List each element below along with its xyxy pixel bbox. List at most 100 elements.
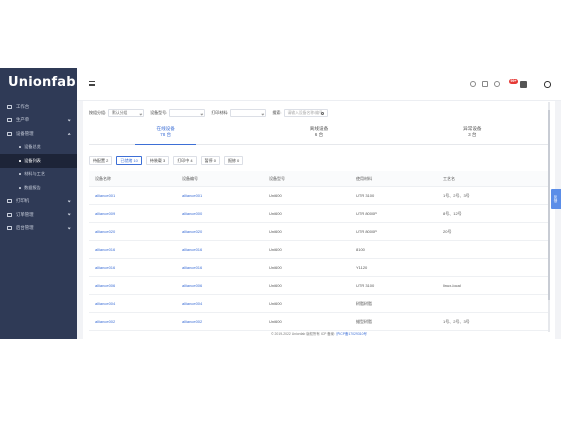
table-row: alliance004 alliance004 Uni600 树脂树脂: [89, 295, 549, 313]
chevron-down-icon: [261, 112, 264, 115]
sidebar-item-workbench[interactable]: 工作台: [0, 100, 77, 114]
sidebar-subitem-reports[interactable]: 数据报告: [0, 181, 77, 195]
chevron-down-icon: [67, 226, 71, 230]
table-cell: 1号、2号、3号: [443, 192, 470, 198]
model-filter-label: 设备型号:: [150, 110, 168, 115]
language-icon[interactable]: [544, 81, 551, 88]
search-icon[interactable]: [320, 111, 324, 115]
group-filter-label: 按组分组:: [89, 110, 107, 115]
sidebar-subitem-materials[interactable]: 材料与工艺: [0, 168, 77, 182]
device-id-link[interactable]: alliance016: [176, 265, 263, 270]
device-name-link[interactable]: alliance006: [89, 283, 176, 288]
tab-ready[interactable]: 已就绪 10: [116, 156, 142, 165]
bullet-icon: [19, 159, 21, 162]
search-icon[interactable]: [470, 81, 476, 87]
tab-repair[interactable]: 报修 0: [223, 156, 244, 165]
sidebar-subitem-device-overview[interactable]: 设备总览: [0, 141, 77, 155]
table-row: alliance001 alliance001 Uni600 UTR 3100 …: [89, 187, 549, 205]
stat-online[interactable]: 在线设备 78 台: [89, 123, 242, 145]
stat-value: 6 台: [314, 132, 324, 137]
device-id-link[interactable]: alliance016: [176, 247, 263, 252]
material-filter-label: 打印材料:: [211, 110, 229, 115]
sidebar-item-printers[interactable]: 打印机: [0, 195, 77, 209]
sidebar-subitem-device-list[interactable]: 设备列表: [0, 154, 77, 168]
device-list-panel: 按组分组: 默认分组 设备型号: 打印材料: 搜索: 请输入设备名称/编号 在线…: [83, 101, 555, 339]
sidebar-item-label: 设备管理: [16, 130, 34, 136]
table-cell: UTR 8000P: [356, 229, 377, 234]
main-content: 按组分组: 默认分组 设备型号: 打印材料: 搜索: 请输入设备名称/编号 在线…: [77, 101, 561, 339]
group-filter-select[interactable]: 默认分组: [108, 109, 145, 117]
sidebar-item-production[interactable]: 生产单: [0, 114, 77, 128]
avatar[interactable]: [520, 81, 527, 88]
sidebar-item-label: 数据报告: [24, 184, 41, 190]
column-header: 工艺名: [443, 175, 455, 181]
sidebar: Unionfab 工作台 生产单 设备管理 设备总览 设备列表 材料与工艺 数据…: [0, 68, 77, 339]
footer-icp-link[interactable]: 沪ICP备17029310号: [336, 332, 367, 336]
device-icon: [7, 131, 12, 136]
table-header-row: 设备名称 设备编号 设备型号 使用材料 工艺名: [89, 171, 549, 187]
table-cell: Uni600: [269, 211, 282, 216]
tab-paused[interactable]: 暂停 0: [200, 156, 220, 165]
table-cell: 蜡型树脂: [356, 318, 372, 324]
sidebar-item-orders[interactable]: 订单管理: [0, 208, 77, 222]
device-id-link[interactable]: alliance001: [176, 193, 263, 198]
app-window: Unionfab 工作台 生产单 设备管理 设备总览 设备列表 材料与工艺 数据…: [0, 68, 561, 339]
device-id-link[interactable]: alliance020: [176, 229, 263, 234]
dashboard-icon: [7, 104, 12, 109]
device-name-link[interactable]: alliance020: [89, 229, 176, 234]
device-name-link[interactable]: alliance016: [89, 247, 176, 252]
chevron-up-icon: [67, 132, 71, 137]
fullscreen-icon[interactable]: [482, 81, 488, 87]
help-icon[interactable]: [494, 81, 500, 87]
chevron-down-icon: [67, 118, 71, 122]
bullet-icon: [19, 146, 21, 149]
stat-value: 3 台: [468, 132, 477, 137]
menu-toggle-icon[interactable]: [89, 81, 95, 86]
material-filter-select[interactable]: [230, 109, 267, 117]
search-input[interactable]: 请输入设备名称/编号: [283, 109, 328, 117]
device-name-link[interactable]: alliance002: [89, 319, 176, 324]
tab-printing[interactable]: 打印中 4: [173, 156, 197, 165]
feedback-side-tab[interactable]: 反馈: [551, 189, 561, 209]
brand-logo[interactable]: Unionfab: [8, 74, 76, 92]
status-tabs: 待配置 2 已就绪 10 待装载 3 打印中 4 暂停 0 报修 0: [89, 156, 247, 165]
table-cell: Uni600: [269, 229, 282, 234]
device-name-link[interactable]: alliance009: [89, 211, 176, 216]
column-header: 设备编号: [182, 175, 198, 181]
table-cell: Uni600: [269, 301, 282, 306]
table-row: alliance002 alliance002 Uni600 蜡型树脂 1号、2…: [89, 313, 549, 331]
sidebar-item-label: 订单管理: [16, 211, 34, 217]
table-cell: Uni600: [269, 247, 282, 252]
table-cell: UTR 8000P: [356, 211, 377, 216]
table-cell: UTR 3100: [356, 283, 375, 288]
device-name-link[interactable]: alliance004: [89, 301, 176, 306]
sidebar-item-admin[interactable]: 后台管理: [0, 222, 77, 236]
sidebar-item-devices[interactable]: 设备管理: [0, 127, 77, 141]
search-placeholder: 请输入设备名称/编号: [287, 111, 323, 115]
table-cell: Y1120: [356, 265, 368, 270]
device-name-link[interactable]: alliance001: [89, 193, 176, 198]
model-filter-select[interactable]: [169, 109, 206, 117]
table-cell: UTR 3100: [356, 193, 375, 198]
stat-offline[interactable]: 离线设备 6 台: [242, 123, 395, 144]
chevron-down-icon: [139, 112, 142, 115]
device-id-link[interactable]: alliance004: [176, 301, 263, 306]
printer-icon: [7, 199, 12, 204]
table-cell: Uni600: [269, 193, 282, 198]
tab-pending-config[interactable]: 待配置 2: [89, 156, 113, 165]
device-id-link[interactable]: alliance006: [176, 283, 263, 288]
table-cell: 20号: [443, 228, 452, 234]
search-label: 搜索:: [272, 110, 282, 115]
device-id-link[interactable]: alliance000: [176, 211, 263, 216]
column-header: 设备名称: [95, 175, 111, 181]
device-name-link[interactable]: alliance016: [89, 265, 176, 270]
tab-pending-load[interactable]: 待装载 3: [145, 156, 170, 165]
column-header: 设备型号: [269, 175, 285, 181]
notification-badge[interactable]: 99+: [509, 79, 519, 84]
table-row: alliance016 alliance016 Uni600 8100: [89, 241, 549, 259]
scrollbar-thumb[interactable]: [548, 110, 550, 300]
stat-abnormal[interactable]: 异常设备 3 台: [396, 123, 549, 144]
chevron-down-icon: [200, 112, 203, 115]
device-id-link[interactable]: alliance002: [176, 319, 263, 324]
bullet-icon: [19, 173, 21, 176]
